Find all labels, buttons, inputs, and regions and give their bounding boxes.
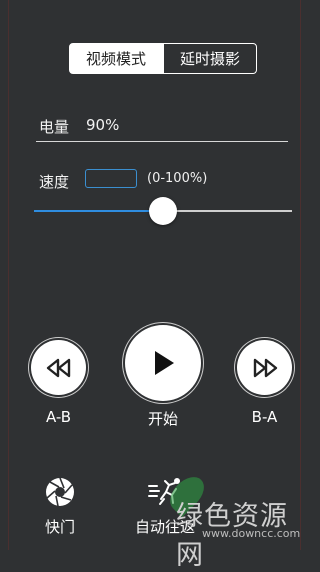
speed-slider-fill [34,210,163,212]
speed-label: 速度 [39,173,70,191]
forward-label: B-A [251,408,278,426]
speed-input[interactable] [85,169,137,188]
rewind-label: A-B [45,408,72,426]
shutter-label: 快门 [44,518,75,536]
speed-range-hint: (0-100%) [147,171,208,186]
fast-forward-icon [253,358,277,377]
mode-tabs: 视频模式 延时摄影 [69,43,257,74]
shutter-button[interactable] [45,477,75,507]
battery-divider [36,141,288,142]
tab-timelapse[interactable]: 延时摄影 [163,43,257,74]
aperture-icon [46,477,74,507]
speed-slider-thumb[interactable] [149,197,177,225]
forward-button[interactable] [237,340,292,395]
battery-value: 90% [86,116,120,134]
play-label: 开始 [147,410,178,428]
battery-label: 电量 [39,118,70,136]
rewind-icon [46,358,70,377]
play-button[interactable] [125,325,201,401]
tab-video-mode[interactable]: 视频模式 [69,43,163,74]
watermark-url: www.downcc.com [202,527,301,540]
rewind-button[interactable] [31,340,86,395]
play-icon [155,351,174,375]
frame-border [8,0,301,550]
